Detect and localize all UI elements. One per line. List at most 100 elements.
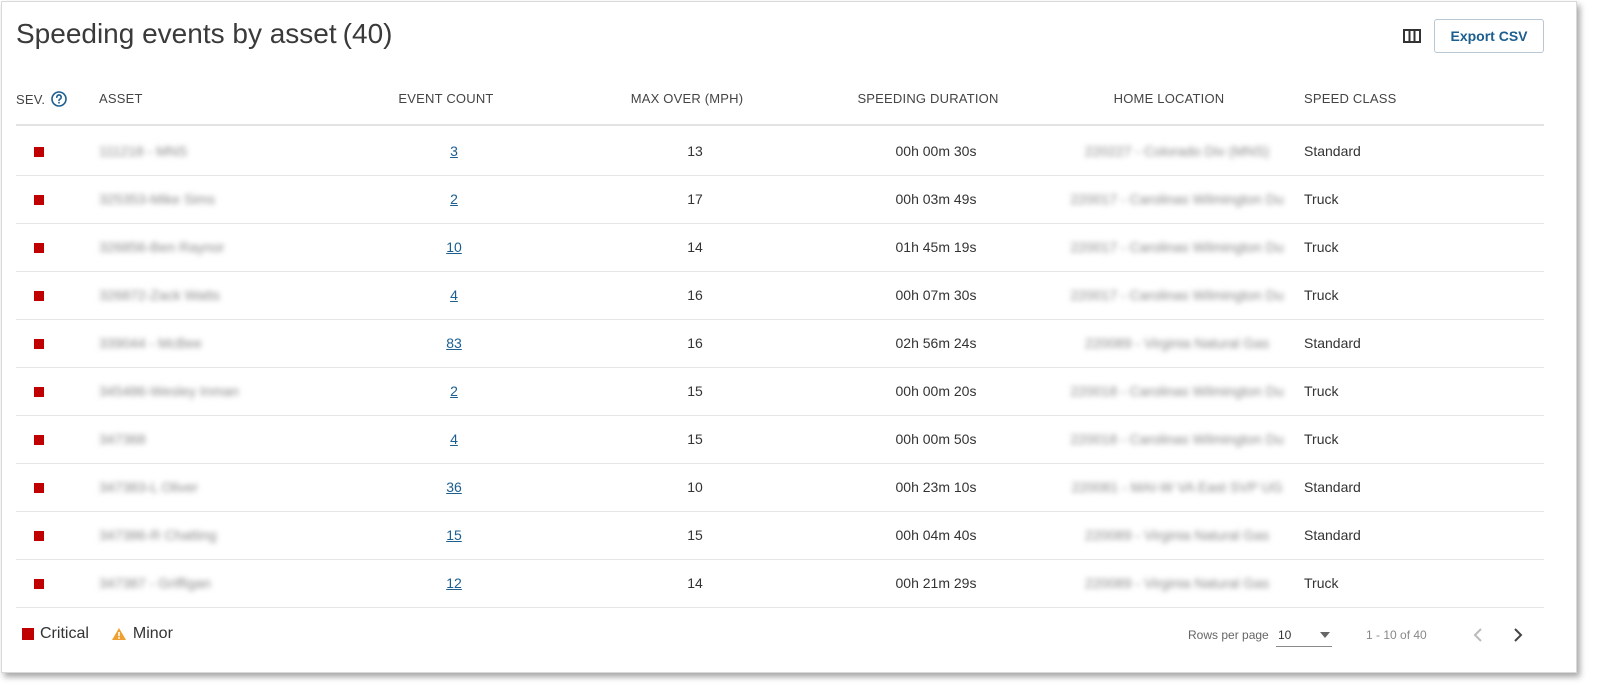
event-count-link[interactable]: 36 bbox=[446, 479, 462, 495]
chevron-down-icon bbox=[1320, 632, 1330, 638]
critical-severity-icon bbox=[34, 339, 44, 349]
asset-name: 347383-L Oliver bbox=[99, 479, 199, 495]
event-count-link[interactable]: 3 bbox=[450, 143, 458, 159]
rows-per-page-select[interactable]: 10 bbox=[1276, 625, 1332, 647]
column-header-speeding-duration[interactable]: SPEEDING DURATION bbox=[857, 91, 998, 106]
next-page-button[interactable] bbox=[1508, 624, 1528, 646]
max-over-value: 16 bbox=[687, 287, 703, 303]
asset-name: 347368 bbox=[99, 431, 146, 447]
critical-severity-icon bbox=[34, 243, 44, 253]
speed-class-value: Truck bbox=[1304, 287, 1339, 303]
speed-class-value: Truck bbox=[1304, 383, 1339, 399]
asset-name: 326856-Ben Raynor bbox=[99, 239, 225, 255]
home-location-value: 220089 - Virginia Natural Gas bbox=[1084, 575, 1270, 591]
column-header-home-location[interactable]: HOME LOCATION bbox=[1114, 91, 1225, 106]
event-count-link[interactable]: 2 bbox=[450, 191, 458, 207]
chevron-left-icon bbox=[1473, 628, 1482, 642]
severity-legend: Critical Minor bbox=[22, 625, 173, 643]
speeding-duration-value: 00h 00m 50s bbox=[895, 431, 977, 447]
chevron-right-icon bbox=[1514, 628, 1523, 642]
speed-class-value: Truck bbox=[1304, 191, 1339, 207]
speeding-duration-value: 00h 00m 30s bbox=[895, 143, 977, 159]
critical-legend-icon bbox=[22, 628, 34, 640]
event-count-link[interactable]: 12 bbox=[446, 575, 462, 591]
table-row[interactable]: 326856-Ben Raynor 10 14 01h 45m 19s 220017 -… bbox=[16, 224, 1544, 272]
speeding-duration-value: 02h 56m 24s bbox=[895, 335, 977, 351]
home-location-value: 220089 - Virginia Natural Gas bbox=[1084, 335, 1270, 351]
asset-name: 347387 - Griffigan bbox=[99, 575, 211, 591]
speeding-duration-value: 00h 00m 20s bbox=[895, 383, 977, 399]
title-text: Speeding events by asset bbox=[16, 18, 337, 49]
column-header-asset[interactable]: ASSET bbox=[99, 91, 143, 106]
event-count-link[interactable]: 4 bbox=[450, 431, 458, 447]
speed-class-value: Standard bbox=[1304, 479, 1361, 495]
critical-severity-icon bbox=[34, 435, 44, 445]
critical-severity-icon bbox=[34, 291, 44, 301]
critical-severity-icon bbox=[34, 483, 44, 493]
asset-name: 326872-Zack Watts bbox=[99, 287, 220, 303]
table-row[interactable]: 347368 4 15 00h 00m 50s 220018 - Carolinas W… bbox=[16, 416, 1544, 464]
asset-name: 339044 - McBee bbox=[99, 335, 202, 351]
max-over-value: 16 bbox=[687, 335, 703, 351]
event-count-link[interactable]: 10 bbox=[446, 239, 462, 255]
speed-class-value: Standard bbox=[1304, 335, 1361, 351]
table-footer: Critical Minor Rows per page 10 1 - 10 o… bbox=[16, 608, 1544, 660]
column-header-sev-label: SEV. bbox=[16, 92, 46, 107]
home-location-value: 220089 - Virginia Natural Gas bbox=[1084, 527, 1270, 543]
page-title: Speeding events by asset (40) bbox=[16, 18, 392, 50]
speeding-duration-value: 00h 23m 10s bbox=[895, 479, 977, 495]
home-location-value: 220017 - Carolinas Wilmington Du bbox=[1070, 287, 1284, 303]
max-over-value: 13 bbox=[687, 143, 703, 159]
speed-class-value: Standard bbox=[1304, 527, 1361, 543]
column-header-speed-class[interactable]: SPEED CLASS bbox=[1304, 91, 1397, 106]
rows-per-page-value: 10 bbox=[1278, 628, 1292, 642]
table-body: 111218 - MNS 3 13 00h 00m 30s 220227 - Color… bbox=[16, 128, 1544, 608]
table-row[interactable]: 345486-Wesley Inman 2 15 00h 00m 20s 220018 … bbox=[16, 368, 1544, 416]
critical-severity-icon bbox=[34, 147, 44, 157]
table-header: SEV. ASSET EVENT COUNT MAX OVER (MPH) SP… bbox=[16, 82, 1544, 126]
asset-name: 347386-R Chatting bbox=[99, 527, 217, 543]
speeding-duration-value: 00h 03m 49s bbox=[895, 191, 977, 207]
asset-name: 325353-Mike Sims bbox=[99, 191, 215, 207]
critical-severity-icon bbox=[34, 387, 44, 397]
max-over-value: 10 bbox=[687, 479, 703, 495]
home-location-value: 220018 - Carolinas Wilmington Du bbox=[1070, 383, 1284, 399]
speeding-duration-value: 00h 07m 30s bbox=[895, 287, 977, 303]
home-location-value: 220017 - Carolinas Wilmington Du bbox=[1070, 191, 1284, 207]
event-count-link[interactable]: 4 bbox=[450, 287, 458, 303]
home-location-value: 220227 - Colorado Div (MNS) bbox=[1084, 143, 1270, 159]
speed-class-value: Truck bbox=[1304, 431, 1339, 447]
speed-class-value: Standard bbox=[1304, 143, 1361, 159]
column-header-event-count[interactable]: EVENT COUNT bbox=[398, 91, 493, 106]
table-row[interactable]: 347387 - Griffigan 12 14 00h 21m 29s 220089 … bbox=[16, 560, 1544, 608]
table-row[interactable]: 347383-L Oliver 36 10 00h 23m 10s 220081 - M… bbox=[16, 464, 1544, 512]
column-header-sev[interactable]: SEV. bbox=[16, 91, 68, 107]
speeding-duration-value: 00h 04m 40s bbox=[895, 527, 977, 543]
table-row[interactable]: 325353-Mike Sims 2 17 00h 03m 49s 220017 - C… bbox=[16, 176, 1544, 224]
table-row[interactable]: 339044 - McBee 83 16 02h 56m 24s 220089 - Vi… bbox=[16, 320, 1544, 368]
critical-severity-icon bbox=[34, 531, 44, 541]
table-row[interactable]: 111218 - MNS 3 13 00h 00m 30s 220227 - Color… bbox=[16, 128, 1544, 176]
minor-legend-label: Minor bbox=[132, 625, 173, 642]
max-over-value: 14 bbox=[687, 239, 703, 255]
event-count-link[interactable]: 15 bbox=[446, 527, 462, 543]
help-icon[interactable] bbox=[51, 91, 68, 107]
rows-per-page-label: Rows per page bbox=[1188, 628, 1269, 642]
event-count-link[interactable]: 83 bbox=[446, 335, 462, 351]
table-row[interactable]: 347386-R Chatting 15 15 00h 04m 40s 220089 -… bbox=[16, 512, 1544, 560]
title-count: (40) bbox=[342, 18, 393, 49]
home-location-value: 220081 - MAI-W VA East SVP UG bbox=[1071, 479, 1283, 495]
columns-icon[interactable] bbox=[1402, 28, 1422, 44]
previous-page-button[interactable] bbox=[1468, 624, 1488, 646]
column-header-max-over[interactable]: MAX OVER (MPH) bbox=[631, 91, 744, 106]
asset-name: 111218 - MNS bbox=[99, 143, 188, 159]
table-row[interactable]: 326872-Zack Watts 4 16 00h 07m 30s 220017 - … bbox=[16, 272, 1544, 320]
export-csv-button[interactable]: Export CSV bbox=[1434, 19, 1544, 53]
home-location-value: 220017 - Carolinas Wilmington Du bbox=[1070, 239, 1284, 255]
event-count-link[interactable]: 2 bbox=[450, 383, 458, 399]
max-over-value: 14 bbox=[687, 575, 703, 591]
speeding-duration-value: 00h 21m 29s bbox=[895, 575, 977, 591]
asset-name: 345486-Wesley Inman bbox=[99, 383, 239, 399]
speed-class-value: Truck bbox=[1304, 575, 1339, 591]
critical-severity-icon bbox=[34, 579, 44, 589]
